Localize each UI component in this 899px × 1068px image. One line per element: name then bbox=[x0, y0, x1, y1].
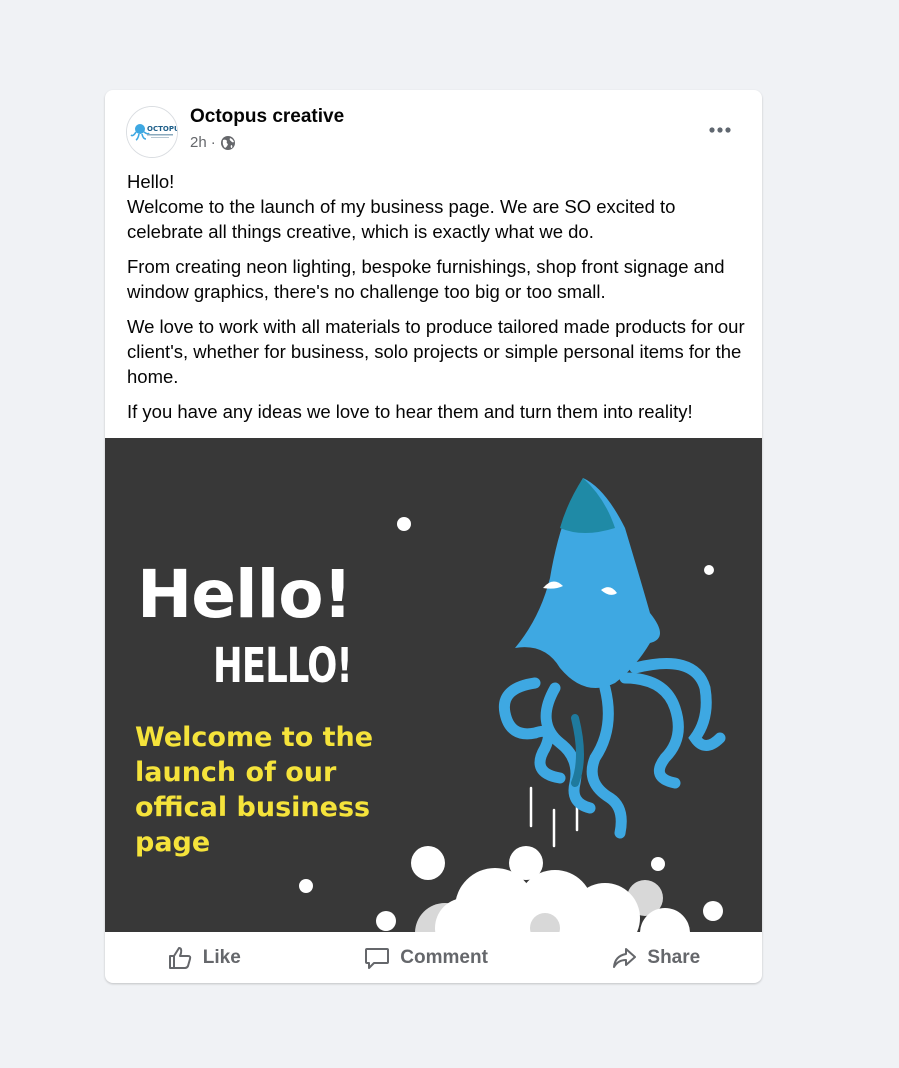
author-name[interactable]: Octopus creative bbox=[190, 106, 344, 128]
like-label: Like bbox=[202, 946, 241, 968]
post-paragraph: We love to work with all materials to pr… bbox=[127, 316, 745, 387]
image-subheadline: HELLO! bbox=[213, 638, 353, 694]
post-paragraph: From creating neon lighting, bespoke fur… bbox=[127, 256, 725, 302]
like-button[interactable]: Like bbox=[147, 937, 261, 979]
post-text: Hello! Welcome to the launch of my busin… bbox=[127, 169, 747, 434]
post-header: OCTOPUS Octopus creative 2h · bbox=[105, 90, 762, 160]
share-button[interactable]: Share bbox=[591, 937, 720, 979]
image-tagline: Welcome to the launch of our offical bus… bbox=[135, 722, 374, 858]
post-time[interactable]: 2h bbox=[190, 134, 207, 151]
svg-text:OCTOPUS: OCTOPUS bbox=[147, 125, 177, 133]
post-paragraph: Hello! Welcome to the launch of my busin… bbox=[127, 171, 676, 242]
octopus-logo-icon: OCTOPUS bbox=[127, 107, 177, 157]
comment-icon bbox=[365, 947, 390, 969]
comment-button[interactable]: Comment bbox=[344, 937, 508, 979]
post-meta: 2h · bbox=[190, 134, 236, 151]
action-bar: Like Comment Share bbox=[105, 932, 762, 983]
post-card: OCTOPUS Octopus creative 2h · He bbox=[105, 90, 762, 983]
post-image[interactable]: Hello! HELLO! Welcome to the launch of o… bbox=[105, 438, 762, 932]
page-avatar[interactable]: OCTOPUS bbox=[126, 106, 178, 158]
share-label: Share bbox=[647, 946, 701, 968]
share-icon bbox=[613, 947, 637, 968]
globe-icon[interactable] bbox=[220, 135, 236, 151]
meta-separator: · bbox=[210, 134, 216, 151]
more-options-button[interactable] bbox=[700, 110, 740, 150]
comment-label: Comment bbox=[400, 946, 488, 968]
image-headline: Hello! bbox=[137, 556, 353, 633]
more-options-icon bbox=[709, 127, 731, 133]
post-paragraph: If you have any ideas we love to hear th… bbox=[127, 401, 693, 422]
thumbs-up-icon bbox=[168, 946, 191, 969]
